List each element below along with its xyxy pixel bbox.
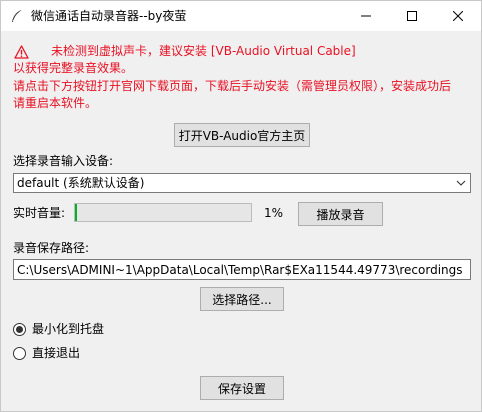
window-title: 微信通话自动录音器--by夜萤 [31, 9, 187, 23]
radio-button[interactable] [13, 322, 26, 336]
radio-exit-directly[interactable]: 直接退出 [13, 345, 80, 361]
volume-label: 实时音量: [13, 206, 66, 220]
warning-text-line2: 以获得完整录音效果。 [13, 61, 134, 75]
device-label: 选择录音输入设备: [13, 154, 114, 168]
save-settings-button[interactable]: 保存设置 [200, 376, 284, 400]
close-icon [453, 11, 463, 21]
open-vb-audio-button[interactable]: 打开VB-Audio官方主页 [174, 123, 310, 147]
close-button[interactable] [435, 1, 481, 31]
save-button-clip: 保存设置 [200, 376, 284, 411]
play-recording-button[interactable]: 播放录音 [298, 202, 383, 226]
maximize-icon [407, 11, 417, 21]
radio-label: 最小化到托盘 [32, 322, 105, 336]
save-path-input[interactable] [13, 259, 471, 280]
volume-readout: 1% [264, 206, 284, 220]
title-bar[interactable]: 微信通话自动录音器--by夜萤 [1, 1, 481, 31]
radio-button[interactable] [13, 346, 26, 360]
maximize-button[interactable] [389, 1, 435, 31]
minimize-button[interactable] [343, 1, 389, 31]
chevron-down-icon [456, 180, 466, 186]
choose-path-button[interactable]: 选择路径... [200, 287, 284, 311]
radio-selected-dot [16, 325, 23, 333]
warning-icon [14, 45, 29, 59]
save-path-label: 录音保存路径: [13, 241, 90, 255]
app-window: 微信通话自动录音器--by夜萤 未检测到虚拟声卡，建议安装 [VB-Audio … [0, 0, 482, 412]
feather-icon [12, 9, 23, 22]
volume-meter [74, 203, 252, 222]
warning-text-line4: 请重启本软件。 [13, 96, 98, 110]
radio-minimize-to-tray[interactable]: 最小化到托盘 [13, 321, 104, 337]
warning-text-line3: 请点击下方按钮打开官网下载页面，下载后手动安装（需管理员权限），安装成功后 [13, 79, 452, 93]
warning-text-line1: 未检测到虚拟声卡，建议安装 [VB-Audio Virtual Cable] [51, 44, 356, 58]
minimize-icon [361, 15, 371, 17]
device-select-value: default (系统默认设备) [17, 176, 145, 190]
radio-label: 直接退出 [32, 346, 81, 360]
device-select[interactable]: default (系统默认设备) [13, 173, 471, 193]
volume-meter-fill [75, 204, 77, 221]
